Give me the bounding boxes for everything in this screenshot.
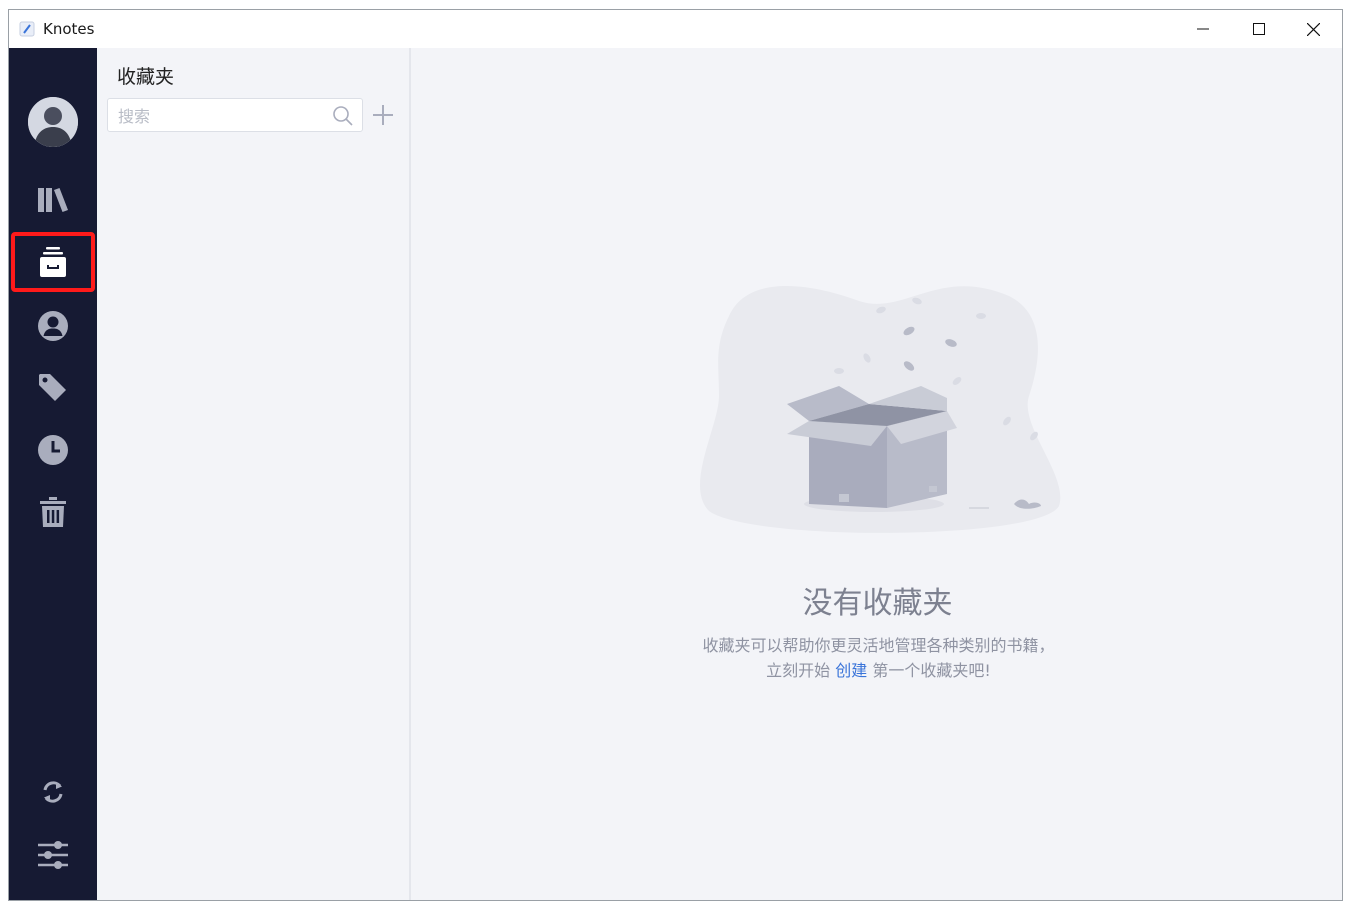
sidebar — [9, 48, 97, 900]
sidebar-item-trash[interactable] — [9, 482, 97, 542]
sync-icon — [43, 781, 63, 803]
sliders-icon — [38, 841, 68, 869]
tag-icon — [39, 374, 66, 401]
plus-icon[interactable] — [371, 103, 395, 127]
search-input[interactable] — [118, 104, 318, 128]
clock-icon — [38, 435, 68, 465]
sidebar-item-library[interactable] — [9, 170, 97, 230]
maximize-button[interactable] — [1236, 10, 1282, 48]
main-content: 没有收藏夹 收藏夹可以帮助你更灵活地管理各种类别的书籍，立刻开始 创建 第一个收… — [411, 48, 1342, 900]
empty-box-illustration — [699, 286, 1061, 533]
minimize-button[interactable] — [1180, 10, 1226, 48]
collections-list-pane: 收藏夹 — [97, 48, 411, 900]
empty-desc-text-end: 第一个收藏夹吧! — [872, 661, 991, 680]
sidebar-item-tags[interactable] — [9, 358, 97, 418]
sidebar-item-recent[interactable] — [9, 420, 97, 480]
trash-icon — [40, 497, 66, 527]
search-box[interactable] — [107, 98, 363, 132]
settings-button[interactable] — [9, 830, 97, 880]
sidebar-item-favorites[interactable] — [11, 232, 95, 292]
window-title: Knotes — [43, 20, 95, 38]
app-window: Knotes 收藏夹 搜索 没有收藏夹 收藏夹可以帮助你更灵活地管理各种类别的书… — [8, 9, 1343, 901]
titlebar: Knotes — [9, 10, 1342, 48]
sidebar-item-authors[interactable] — [9, 296, 97, 356]
minimize-icon — [1197, 28, 1209, 30]
user-avatar[interactable] — [28, 97, 78, 147]
avatar-person-icon — [28, 97, 78, 147]
app-logo-icon — [19, 21, 35, 37]
empty-state-description: 收藏夹可以帮助你更灵活地管理各种类别的书籍，立刻开始 创建 第一个收藏夹吧! — [696, 633, 1061, 683]
close-button[interactable] — [1290, 10, 1336, 48]
books-icon — [38, 188, 68, 212]
archive-box-icon — [40, 247, 66, 277]
create-collection-link[interactable]: 创建 — [835, 661, 867, 680]
pane-title: 收藏夹 — [117, 66, 175, 88]
search-icon[interactable] — [332, 105, 354, 127]
person-circle-icon — [38, 311, 68, 341]
empty-state-title: 没有收藏夹 — [802, 586, 953, 621]
close-icon — [1306, 22, 1320, 36]
maximize-icon — [1253, 23, 1265, 35]
sync-button[interactable] — [9, 767, 97, 817]
